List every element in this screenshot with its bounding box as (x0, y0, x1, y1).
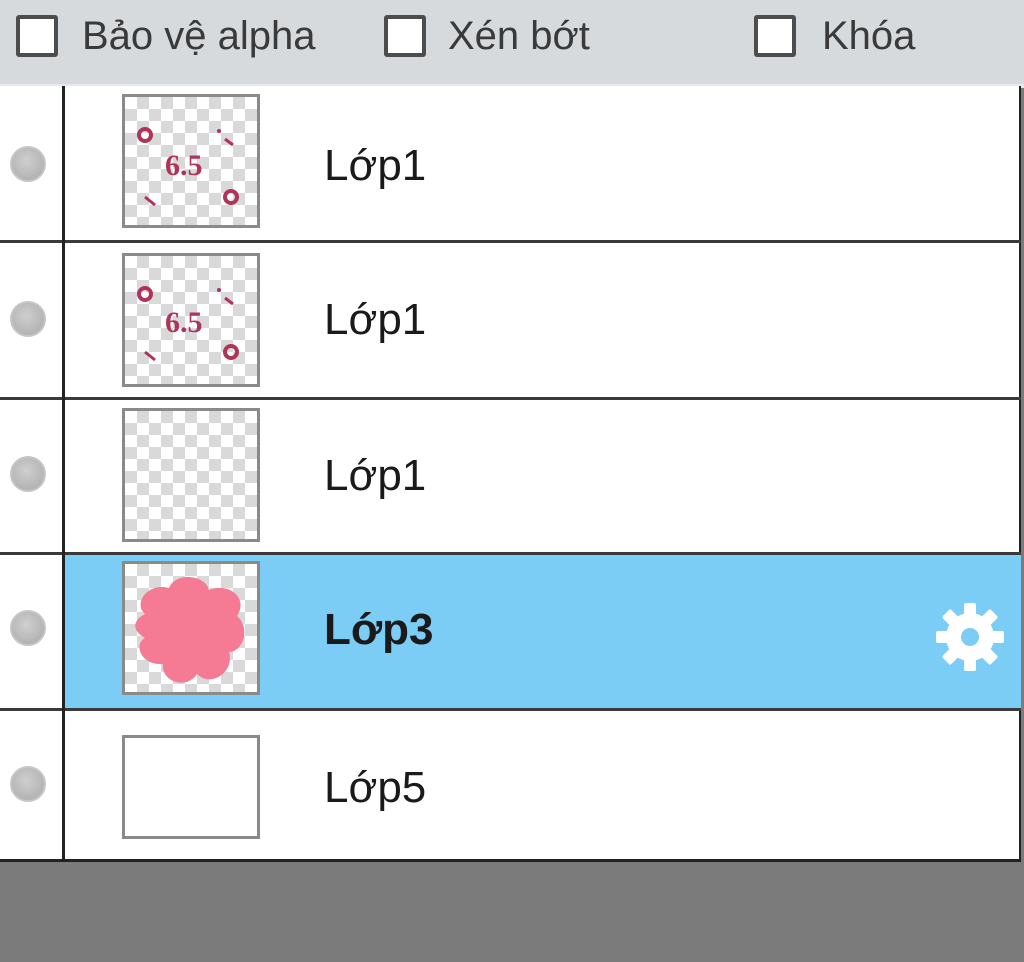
layer-thumbnail: 6.5 (122, 94, 260, 228)
layer-list: 6.5 Lớp1 6.5 Lớp1 Lớp1 Lớp3 Lớp5 (0, 86, 1021, 862)
layer-row[interactable]: 6.5 Lớp1 (0, 86, 1021, 241)
layer-thumbnail (122, 408, 260, 542)
layer-thumbnail (122, 735, 260, 839)
layer-name[interactable]: Lớp5 (324, 763, 426, 813)
visibility-toggle-icon[interactable] (10, 456, 46, 492)
thumbnail-art (135, 576, 245, 683)
layer-row[interactable]: 6.5 Lớp1 (0, 243, 1021, 398)
lock-checkbox[interactable] (754, 15, 796, 57)
layer-name[interactable]: Lớp1 (324, 451, 426, 501)
visibility-column-divider (62, 86, 65, 862)
layer-name[interactable]: Lớp1 (324, 141, 426, 191)
thumbnail-art: 6.5 (137, 127, 239, 207)
layer-thumbnail (122, 561, 260, 695)
layer-options-toolbar: Bảo vệ alpha Xén bớt Khóa (0, 0, 1024, 84)
layer-row[interactable]: Lớp5 (0, 711, 1021, 859)
thumbnail-text: 6.5 (165, 306, 203, 339)
layer-thumbnail: 6.5 (122, 253, 260, 387)
visibility-toggle-icon[interactable] (10, 146, 46, 182)
gear-icon[interactable] (932, 599, 1008, 675)
clipping-option[interactable]: Xén bớt (384, 8, 590, 64)
layer-row[interactable]: Lớp1 (0, 400, 1021, 553)
protect-alpha-label: Bảo vệ alpha (82, 13, 316, 58)
visibility-toggle-icon[interactable] (10, 766, 46, 802)
layer-row-selected[interactable]: Lớp3 (0, 555, 1021, 709)
visibility-toggle-icon[interactable] (10, 610, 46, 646)
protect-alpha-checkbox[interactable] (16, 15, 58, 57)
thumbnail-art: 6.5 (137, 286, 239, 362)
lock-option[interactable]: Khóa (754, 8, 915, 64)
layer-name[interactable]: Lớp3 (324, 605, 434, 655)
lock-label: Khóa (822, 13, 916, 58)
protect-alpha-option[interactable]: Bảo vệ alpha (16, 8, 316, 64)
empty-layer-area (0, 862, 1024, 962)
visibility-toggle-icon[interactable] (10, 301, 46, 337)
clipping-checkbox[interactable] (384, 15, 426, 57)
clipping-label: Xén bớt (448, 13, 590, 58)
thumbnail-text: 6.5 (165, 149, 203, 182)
layer-name[interactable]: Lớp1 (324, 295, 426, 345)
